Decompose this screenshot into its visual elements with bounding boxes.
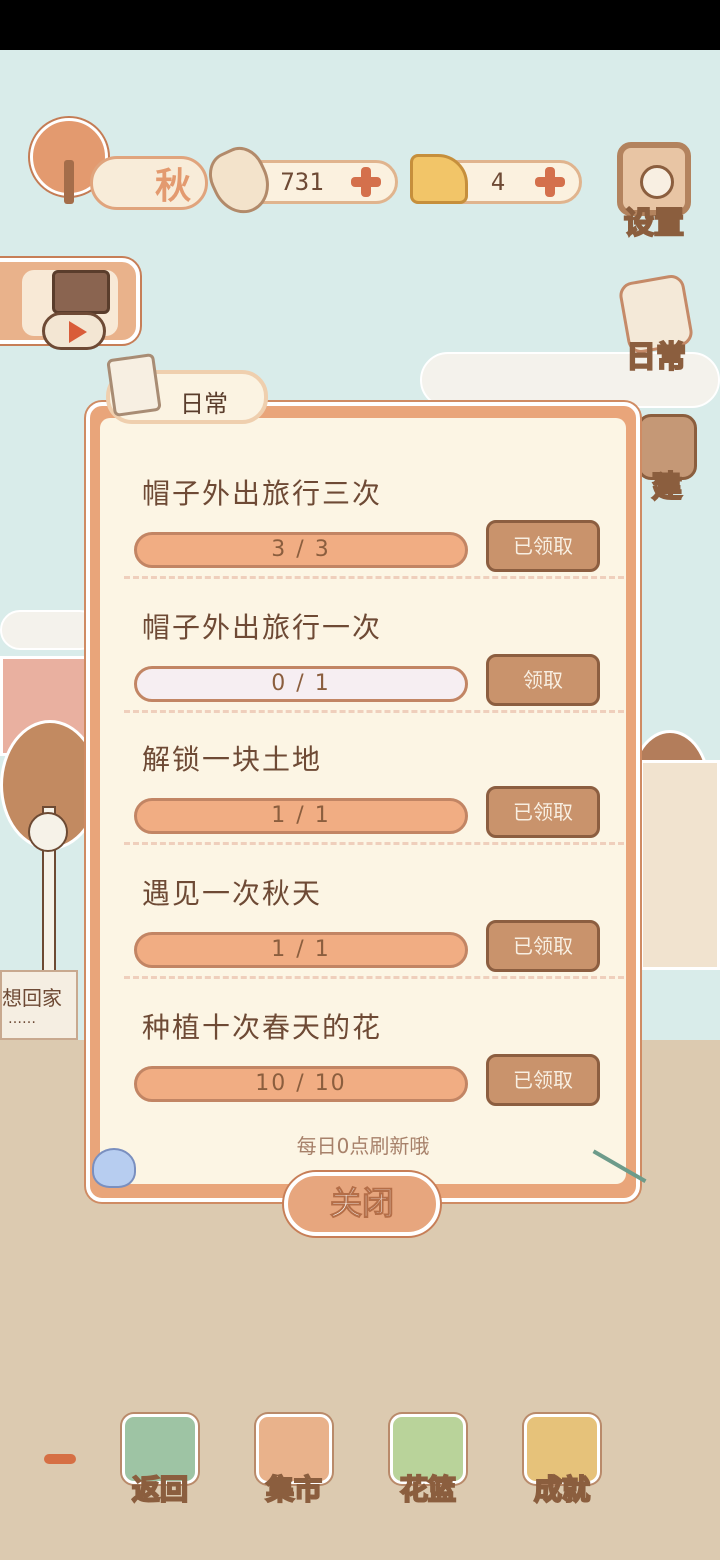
leave-home-label: 想回家 <box>2 986 62 1010</box>
nav-flower-basket-label: 花篮 <box>399 1472 457 1507</box>
daily-label: 日常 <box>625 339 687 376</box>
daily-tasks-dialog: 帽子外出旅行三次 3 / 3 已领取 帽子外出旅行一次 0 / 1 领取 解锁一… <box>86 402 640 1202</box>
refresh-note: 每日0点刷新哦 <box>296 1134 430 1158</box>
task-progress-text: 1 / 1 <box>271 937 331 962</box>
task-progress-bar: 1 / 1 <box>134 932 468 968</box>
nav-market-label: 集市 <box>265 1472 323 1507</box>
plus-icon[interactable] <box>349 165 383 199</box>
tree-trunk <box>64 160 74 204</box>
lamp-head <box>28 812 68 852</box>
task-row: 帽子外出旅行三次 3 / 3 已领取 <box>114 444 624 579</box>
dialog-title: 日常 <box>180 390 228 418</box>
task-row: 遇见一次秋天 1 / 1 已领取 <box>114 844 624 979</box>
season-label: 秋 <box>90 156 208 210</box>
leave-home-dots: …… <box>8 1011 36 1027</box>
cloud <box>0 610 100 650</box>
daily-button[interactable]: 日常 <box>614 272 698 376</box>
task-progress-bar: 0 / 1 <box>134 666 468 702</box>
nav-achievements[interactable]: 成就 <box>516 1414 608 1514</box>
nav-market[interactable]: 集市 <box>248 1414 340 1514</box>
leave-home-sign: 想回家 …… <box>0 970 78 1040</box>
task-progress-text: 1 / 1 <box>271 803 331 828</box>
briefcase-icon <box>52 270 110 314</box>
task-progress-bar: 1 / 1 <box>134 798 468 834</box>
task-progress-bar: 10 / 10 <box>134 1066 468 1102</box>
nav-back[interactable]: 返回 <box>114 1414 206 1514</box>
settings-label: 设置 <box>623 205 685 242</box>
play-icon[interactable] <box>42 312 106 350</box>
task-title: 种植十次春天的花 <box>142 1011 383 1044</box>
close-button[interactable]: 关闭 <box>284 1172 440 1236</box>
task-title: 帽子外出旅行一次 <box>142 611 383 644</box>
claimed-button[interactable]: 已领取 <box>486 920 600 972</box>
scroll-icon <box>106 352 162 418</box>
nav-back-label: 返回 <box>131 1472 189 1507</box>
collapse-icon[interactable] <box>44 1454 76 1464</box>
claim-button[interactable]: 领取 <box>486 654 600 706</box>
task-row: 帽子外出旅行一次 0 / 1 领取 <box>114 578 624 713</box>
task-title: 帽子外出旅行三次 <box>142 477 383 510</box>
task-progress-text: 10 / 10 <box>255 1071 347 1096</box>
build-button[interactable]: 建 <box>632 414 702 506</box>
task-title: 解锁一块土地 <box>142 743 323 776</box>
claimed-button[interactable]: 已领取 <box>486 520 600 572</box>
nav-achievements-label: 成就 <box>533 1472 591 1507</box>
house <box>640 760 720 970</box>
claimed-button[interactable]: 已领取 <box>486 1054 600 1106</box>
task-title: 遇见一次秋天 <box>142 877 323 910</box>
task-row: 解锁一块土地 1 / 1 已领取 <box>114 710 624 845</box>
status-bar <box>0 0 720 50</box>
dialog-panel: 帽子外出旅行三次 3 / 3 已领取 帽子外出旅行一次 0 / 1 领取 解锁一… <box>100 418 626 1184</box>
build-label: 建 <box>651 469 683 506</box>
season-badge[interactable]: 秋 <box>30 118 208 210</box>
task-progress-bar: 3 / 3 <box>134 532 468 568</box>
nav-flower-basket[interactable]: 花篮 <box>382 1414 474 1514</box>
task-row: 种植十次春天的花 10 / 10 已领取 <box>114 978 620 1110</box>
task-progress-text: 0 / 1 <box>271 671 331 696</box>
plus-icon[interactable] <box>533 165 567 199</box>
claimed-button[interactable]: 已领取 <box>486 786 600 838</box>
task-progress-text: 3 / 3 <box>271 537 331 562</box>
settings-button[interactable]: 设置 <box>612 142 696 242</box>
butterfly-icon <box>92 1148 136 1188</box>
